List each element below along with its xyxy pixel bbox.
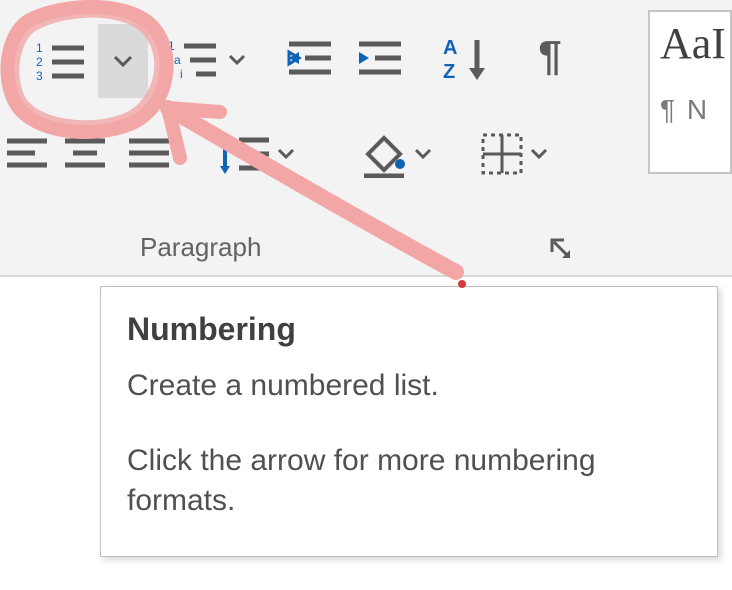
tooltip-title: Numbering: [127, 311, 691, 348]
svg-text:1: 1: [36, 41, 43, 55]
decrease-indent-button[interactable]: [282, 30, 338, 86]
align-left-icon: [5, 137, 49, 173]
shading-button[interactable]: [348, 124, 444, 184]
align-center-button[interactable]: [58, 128, 112, 182]
numbering-dropdown[interactable]: [98, 24, 148, 98]
align-left-button[interactable]: [0, 128, 54, 182]
show-hide-marks-button[interactable]: ¶: [522, 28, 578, 84]
chevron-down-icon: [530, 148, 548, 160]
borders-icon: [480, 132, 524, 176]
chevron-down-icon: [414, 148, 432, 160]
style-gallery-preview[interactable]: AaI ¶ N: [648, 10, 732, 174]
align-justify-icon: [127, 137, 171, 173]
tooltip-body-1: Create a numbered list.: [127, 366, 691, 407]
chevron-down-icon: [113, 54, 133, 68]
multilevel-list-icon: 1 a i: [168, 38, 222, 82]
numbering-icon: 1 2 3: [36, 40, 86, 82]
line-spacing-button[interactable]: [210, 126, 302, 182]
shading-bucket-icon: [360, 130, 408, 178]
svg-text:2: 2: [36, 55, 43, 69]
decrease-indent-icon: [287, 38, 333, 78]
line-spacing-icon: [217, 132, 271, 176]
dialog-launcher-icon: [548, 236, 576, 264]
svg-text:i: i: [180, 67, 183, 81]
sort-button[interactable]: A Z: [438, 28, 498, 88]
style-sample-secondary: ¶ N: [660, 94, 722, 126]
increase-indent-icon: [357, 38, 403, 78]
increase-indent-button[interactable]: [352, 30, 408, 86]
multilevel-list-button[interactable]: 1 a i: [162, 30, 252, 90]
numbering-button[interactable]: 1 2 3: [24, 24, 98, 98]
style-sample-text: AaI: [660, 22, 722, 66]
svg-text:Z: Z: [443, 61, 455, 82]
sort-az-icon: A Z: [443, 34, 493, 82]
svg-text:3: 3: [36, 69, 43, 82]
chevron-down-icon: [277, 148, 295, 160]
svg-text:1: 1: [168, 39, 175, 53]
svg-text:a: a: [174, 53, 181, 67]
chevron-down-icon: [228, 54, 246, 66]
numbering-split-button[interactable]: 1 2 3: [24, 24, 148, 98]
align-center-icon: [63, 137, 107, 173]
svg-text:A: A: [443, 37, 457, 59]
align-justify-button[interactable]: [122, 128, 176, 182]
paragraph-dialog-launcher[interactable]: [548, 236, 576, 264]
tooltip-numbering: Numbering Create a numbered list. Click …: [100, 286, 718, 557]
ribbon-paragraph-group: 1 2 3 1 a i: [0, 0, 732, 277]
tooltip-body-2: Click the arrow for more numbering forma…: [127, 441, 691, 522]
borders-button[interactable]: [466, 124, 562, 184]
pilcrow-icon: ¶: [538, 32, 561, 80]
group-label-paragraph: Paragraph: [140, 232, 261, 263]
